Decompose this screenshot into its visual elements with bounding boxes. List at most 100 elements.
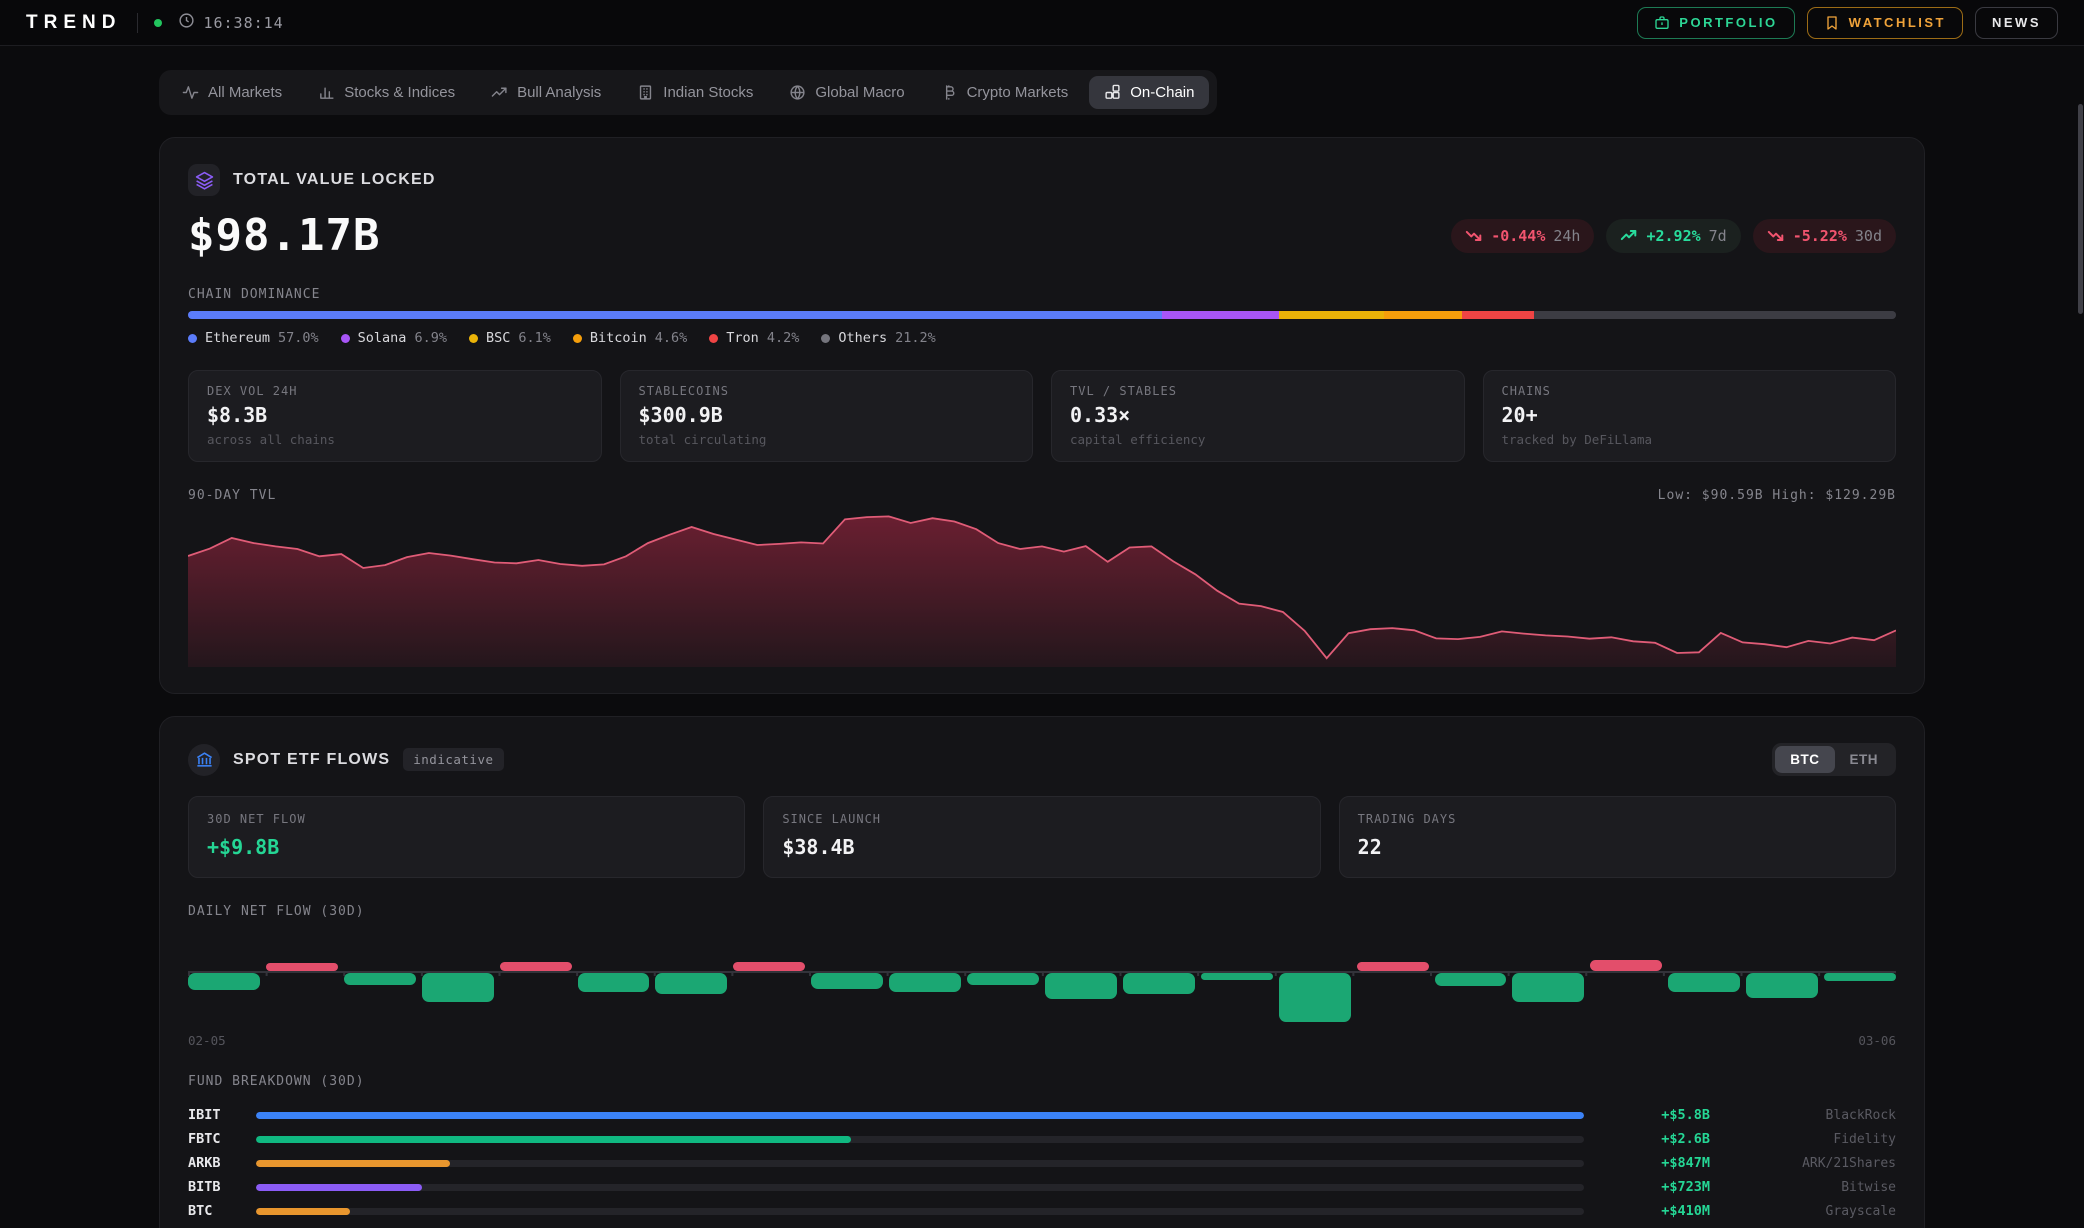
dominance-segment-ethereum bbox=[188, 311, 1162, 319]
tab-on-chain[interactable]: On-Chain bbox=[1089, 76, 1209, 109]
fund-value: +$723M bbox=[1600, 1179, 1710, 1195]
fund-row-fbtc: FBTC+$2.6BFidelity bbox=[188, 1127, 1896, 1151]
stat-sublabel: across all chains bbox=[207, 432, 583, 447]
legend-item-bitcoin: Bitcoin 4.6% bbox=[573, 330, 687, 346]
tvl-stat-cards: DEX VOL 24H$8.3Bacross all chainsSTABLEC… bbox=[188, 370, 1896, 462]
stat-label: CHAINS bbox=[1502, 384, 1878, 398]
fund-issuer: BlackRock bbox=[1726, 1108, 1896, 1123]
tab-bar: All Markets Stocks & Indices Bull Analysis… bbox=[159, 70, 1217, 115]
blocks-icon bbox=[1104, 84, 1121, 101]
trend-up-icon bbox=[1620, 229, 1638, 242]
outflow-bar bbox=[500, 962, 572, 971]
badge-value: -0.44% bbox=[1491, 227, 1545, 245]
fund-bar-fill bbox=[256, 1112, 1584, 1119]
fund-row-hodl: HODL+$341MVanEck bbox=[188, 1223, 1896, 1228]
tvl-area-chart bbox=[188, 509, 1896, 667]
dominance-segment-bitcoin bbox=[1384, 311, 1463, 319]
tab-global-macro[interactable]: Global Macro bbox=[774, 76, 919, 109]
badge-value: -5.22% bbox=[1793, 227, 1847, 245]
legend-name: BSC bbox=[486, 330, 510, 346]
inflow-bar bbox=[578, 973, 650, 992]
fund-issuer: Fidelity bbox=[1726, 1132, 1896, 1147]
etf-title: SPOT ETF FLOWS bbox=[233, 751, 390, 769]
clock-icon bbox=[178, 12, 195, 34]
dominance-segment-bsc bbox=[1279, 311, 1383, 319]
bar-chart-icon bbox=[318, 84, 335, 101]
stat-sublabel: capital efficiency bbox=[1070, 432, 1446, 447]
flow-bar-15 bbox=[1279, 933, 1351, 1025]
tab-label: Stocks & Indices bbox=[344, 84, 455, 101]
toggle-eth[interactable]: ETH bbox=[1835, 746, 1894, 773]
badge-period: 30d bbox=[1855, 227, 1882, 245]
inflow-bar bbox=[1824, 973, 1896, 981]
chain-dominance-bar bbox=[188, 311, 1896, 319]
flow-bar-5 bbox=[500, 933, 572, 1025]
stat-label: TRADING DAYS bbox=[1358, 812, 1877, 826]
fund-bar-fill bbox=[256, 1208, 350, 1215]
legend-item-ethereum: Ethereum57.0% bbox=[188, 330, 319, 346]
flow-bar-21 bbox=[1746, 933, 1818, 1025]
legend-name: Ethereum bbox=[205, 330, 270, 346]
legend-pct: 4.6% bbox=[655, 330, 688, 346]
legend-name: Tron bbox=[726, 330, 759, 346]
tab-label: All Markets bbox=[208, 84, 282, 101]
fund-value: +$5.8B bbox=[1600, 1107, 1710, 1123]
flow-bar-14 bbox=[1201, 933, 1273, 1025]
trend-down-icon bbox=[1767, 229, 1785, 242]
stat-sublabel: tracked by DeFiLlama bbox=[1502, 432, 1878, 447]
legend-pct: 6.9% bbox=[414, 330, 447, 346]
portfolio-button[interactable]: PORTFOLIO bbox=[1637, 7, 1794, 39]
fund-bar-fill bbox=[256, 1136, 851, 1143]
tvl-chart-range: Low: $90.59B High: $129.29B bbox=[1658, 488, 1896, 503]
trend-down-icon bbox=[1465, 229, 1483, 242]
flow-bar-4 bbox=[422, 933, 494, 1025]
fund-row-arkb: ARKB+$847MARK/21Shares bbox=[188, 1151, 1896, 1175]
inflow-bar bbox=[1435, 973, 1507, 986]
daily-flow-label: DAILY NET FLOW (30D) bbox=[188, 904, 1896, 919]
legend-pct: 6.1% bbox=[518, 330, 551, 346]
fund-row-ibit: IBIT+$5.8BBlackRock bbox=[188, 1103, 1896, 1127]
tvl-section: TOTAL VALUE LOCKED $98.17B -0.44%24h+2.9… bbox=[159, 137, 1925, 694]
fund-value: +$410M bbox=[1600, 1203, 1710, 1219]
flow-bar-6 bbox=[578, 933, 650, 1025]
toggle-btc[interactable]: BTC bbox=[1775, 746, 1834, 773]
legend-name: Others bbox=[838, 330, 887, 346]
stat-card-chains: CHAINS20+tracked by DeFiLlama bbox=[1483, 370, 1897, 462]
tab-crypto-markets[interactable]: Crypto Markets bbox=[926, 76, 1084, 109]
tvl-chart-label: 90-DAY TVL bbox=[188, 488, 276, 503]
tab-stocks-indices[interactable]: Stocks & Indices bbox=[303, 76, 470, 109]
stat-card-30d-net-flow: 30D NET FLOW+$9.8B bbox=[188, 796, 745, 878]
dominance-segment-tron bbox=[1462, 311, 1534, 319]
fund-bar-track bbox=[256, 1184, 1584, 1191]
flow-bar-12 bbox=[1045, 933, 1117, 1025]
news-button[interactable]: NEWS bbox=[1975, 7, 2058, 39]
stat-card-tvl-stables: TVL / STABLES0.33×capital efficiency bbox=[1051, 370, 1465, 462]
legend-dot bbox=[469, 334, 478, 343]
inflow-bar bbox=[422, 973, 494, 1002]
inflow-bar bbox=[811, 973, 883, 989]
inflow-bar bbox=[889, 973, 961, 992]
outflow-bar bbox=[733, 962, 805, 971]
inflow-bar bbox=[1746, 973, 1818, 998]
tab-bull-analysis[interactable]: Bull Analysis bbox=[476, 76, 616, 109]
stat-card-dex-vol-24h: DEX VOL 24H$8.3Bacross all chains bbox=[188, 370, 602, 462]
fund-bar-track bbox=[256, 1160, 1584, 1167]
tab-all-markets[interactable]: All Markets bbox=[167, 76, 297, 109]
badge-period: 7d bbox=[1709, 227, 1727, 245]
inflow-bar bbox=[967, 973, 1039, 985]
briefcase-icon bbox=[1654, 15, 1670, 31]
scrollbar-thumb[interactable] bbox=[2078, 104, 2083, 314]
fund-issuer: Bitwise bbox=[1726, 1180, 1896, 1195]
tab-indian-stocks[interactable]: Indian Stocks bbox=[622, 76, 768, 109]
globe-icon bbox=[789, 84, 806, 101]
outflow-bar bbox=[1357, 962, 1429, 971]
tvl-change-badges: -0.44%24h+2.92%7d-5.22%30d bbox=[1451, 219, 1896, 253]
flow-bar-13 bbox=[1123, 933, 1195, 1025]
legend-name: Bitcoin bbox=[590, 330, 647, 346]
watchlist-button[interactable]: WATCHLIST bbox=[1807, 7, 1963, 39]
legend-item-tron: Tron4.2% bbox=[709, 330, 799, 346]
bookmark-icon bbox=[1824, 15, 1840, 31]
flow-bar-10 bbox=[889, 933, 961, 1025]
fund-bar-fill bbox=[256, 1184, 422, 1191]
flow-bar-22 bbox=[1824, 933, 1896, 1025]
